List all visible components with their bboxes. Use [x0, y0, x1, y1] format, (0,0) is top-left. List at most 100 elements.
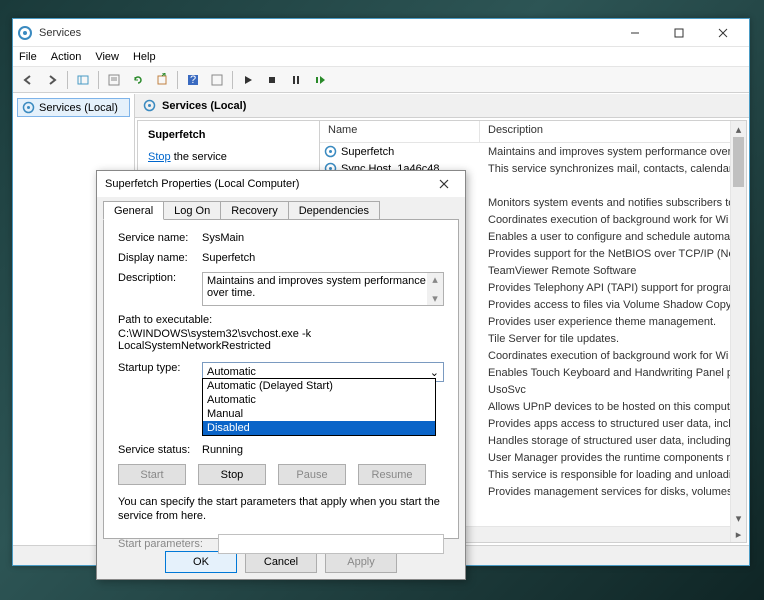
service-description: User Manager provides the runtime compon… — [480, 452, 746, 464]
dropdown-option[interactable]: Automatic (Delayed Start) — [203, 379, 435, 393]
refresh-button[interactable] — [127, 69, 149, 91]
service-description: Provides apps access to structured user … — [480, 418, 746, 430]
scrollbar-thumb[interactable] — [733, 137, 744, 187]
tree-item-label: Services (Local) — [39, 102, 118, 114]
service-description: UsoSvc — [480, 384, 746, 396]
toolbar: ? — [13, 67, 749, 93]
service-description: Monitors system events and notifies subs… — [480, 197, 746, 209]
label-description: Description: — [118, 272, 202, 284]
gear-icon — [22, 101, 35, 114]
label-service-status: Service status: — [118, 444, 202, 456]
tab-log-on[interactable]: Log On — [163, 201, 221, 219]
service-description: Enables Touch Keyboard and Handwriting P… — [480, 367, 746, 379]
start-service-button[interactable] — [237, 69, 259, 91]
action-suffix: the service — [171, 151, 227, 163]
label-path: Path to executable: — [118, 314, 444, 326]
svg-text:?: ? — [190, 74, 196, 86]
stop-service-button[interactable] — [261, 69, 283, 91]
pane-header: Services (Local) — [135, 94, 749, 118]
forward-button[interactable] — [41, 69, 63, 91]
service-description: Handles storage of structured user data,… — [480, 435, 746, 447]
scroll-right-icon[interactable]: ▸ — [731, 526, 746, 542]
properties-button[interactable] — [103, 69, 125, 91]
description-scrollbar[interactable]: ▴ ▾ — [427, 273, 443, 305]
ok-button[interactable]: OK — [165, 551, 237, 573]
tree-item-services-local[interactable]: Services (Local) — [17, 98, 130, 117]
dropdown-option[interactable]: Manual — [203, 407, 435, 421]
help-button[interactable]: ? — [182, 69, 204, 91]
label-service-name: Service name: — [118, 232, 202, 244]
pane-header-label: Services (Local) — [162, 100, 246, 112]
service-description: Coordinates execution of background work… — [480, 214, 746, 226]
startup-type-dropdown[interactable]: Automatic (Delayed Start)AutomaticManual… — [202, 378, 436, 436]
stop-button[interactable]: Stop — [198, 464, 266, 485]
service-description: Provides user experience theme managemen… — [480, 316, 746, 328]
dialog-close-button[interactable] — [431, 174, 457, 194]
menu-view[interactable]: View — [95, 51, 119, 63]
help-button-2[interactable] — [206, 69, 228, 91]
service-description: TeamViewer Remote Software — [480, 265, 746, 277]
dropdown-option[interactable]: Automatic — [203, 393, 435, 407]
value-path: C:\WINDOWS\system32\svchost.exe -k Local… — [118, 328, 444, 352]
scroll-up-icon[interactable]: ▴ — [731, 121, 746, 137]
gear-icon — [324, 145, 337, 158]
tab-general[interactable]: General — [103, 201, 164, 220]
services-icon — [17, 25, 33, 41]
menu-help[interactable]: Help — [133, 51, 156, 63]
service-description: Enables a user to configure and schedule… — [480, 231, 746, 243]
tab-recovery[interactable]: Recovery — [220, 201, 288, 219]
minimize-button[interactable] — [613, 20, 657, 46]
menu-file[interactable]: File — [19, 51, 37, 63]
table-row[interactable]: SuperfetchMaintains and improves system … — [320, 143, 746, 160]
value-description: Maintains and improves system performanc… — [207, 275, 426, 299]
service-description: Provides support for the NetBIOS over TC… — [480, 248, 746, 260]
tab-dependencies[interactable]: Dependencies — [288, 201, 380, 219]
vertical-scrollbar[interactable]: ▴ ▾ ▸ — [730, 121, 746, 542]
label-start-parameters: Start parameters: — [118, 538, 218, 550]
menubar: File Action View Help — [13, 47, 749, 67]
properties-dialog: Superfetch Properties (Local Computer) G… — [96, 170, 466, 580]
pause-button[interactable]: Pause — [278, 464, 346, 485]
window-title: Services — [39, 27, 613, 39]
service-description: Provides Telephony API (TAPI) support fo… — [480, 282, 746, 294]
menu-action[interactable]: Action — [51, 51, 82, 63]
cancel-button[interactable]: Cancel — [245, 551, 317, 573]
service-description: Provides management services for disks, … — [480, 486, 746, 498]
resume-button[interactable]: Resume — [358, 464, 426, 485]
service-description: Provides access to files via Volume Shad… — [480, 299, 746, 311]
selected-service-name: Superfetch — [148, 129, 309, 141]
dropdown-option[interactable]: Disabled — [203, 421, 435, 435]
dialog-title: Superfetch Properties (Local Computer) — [105, 178, 431, 190]
stop-service-link[interactable]: Stop — [148, 151, 171, 163]
chevron-down-icon: ⌄ — [430, 366, 439, 379]
gear-icon — [143, 99, 156, 112]
column-header-description[interactable]: Description — [480, 121, 746, 142]
value-service-name: SysMain — [202, 232, 444, 244]
titlebar: Services — [13, 19, 749, 47]
tabstrip: General Log On Recovery Dependencies — [97, 197, 465, 219]
label-display-name: Display name: — [118, 252, 202, 264]
label-startup-type: Startup type: — [118, 362, 202, 374]
show-hide-tree-button[interactable] — [72, 69, 94, 91]
apply-button[interactable]: Apply — [325, 551, 397, 573]
maximize-button[interactable] — [657, 20, 701, 46]
service-description: Allows UPnP devices to be hosted on this… — [480, 401, 746, 413]
column-header-name[interactable]: Name — [320, 121, 480, 142]
start-button[interactable]: Start — [118, 464, 186, 485]
export-button[interactable] — [151, 69, 173, 91]
close-button[interactable] — [701, 20, 745, 46]
dialog-titlebar: Superfetch Properties (Local Computer) — [97, 171, 465, 197]
value-service-status: Running — [202, 444, 444, 456]
value-display-name: Superfetch — [202, 252, 444, 264]
service-description: Tile Server for tile updates. — [480, 333, 746, 345]
startup-type-value: Automatic — [207, 366, 256, 378]
list-header: Name Description — [320, 121, 746, 143]
scroll-down-icon[interactable]: ▾ — [731, 510, 746, 526]
tab-content-general: Service name: SysMain Display name: Supe… — [103, 219, 459, 539]
restart-service-button[interactable] — [309, 69, 331, 91]
description-box: Maintains and improves system performanc… — [202, 272, 444, 306]
pause-service-button[interactable] — [285, 69, 307, 91]
service-description: Coordinates execution of background work… — [480, 350, 746, 362]
start-parameters-input[interactable] — [218, 534, 444, 554]
back-button[interactable] — [17, 69, 39, 91]
